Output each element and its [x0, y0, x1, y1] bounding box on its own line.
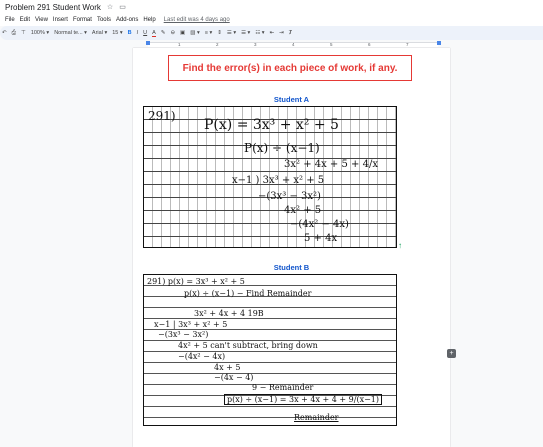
instruction-text: Find the error(s) in each piece of work,…	[182, 62, 398, 74]
handwriting-line: P(x) ÷ (x−1)	[244, 141, 320, 155]
handwriting-line: 291) p(x) = 3x³ + x² + 5	[147, 277, 245, 286]
indent-decrease-icon[interactable]: ⇤	[270, 30, 275, 36]
comment-icon[interactable]: ▣	[180, 30, 185, 36]
bullet-list-icon[interactable]: ☰ ▾	[241, 30, 250, 36]
link-icon[interactable]: ⊖	[170, 30, 175, 36]
print-icon[interactable]: ⎙	[12, 30, 16, 37]
handwriting-line: −(4x² − 4x)	[178, 352, 226, 361]
highlight-icon[interactable]: ✎	[161, 30, 166, 36]
clear-format-icon[interactable]: Ⱦ	[289, 30, 292, 36]
menu-edit[interactable]: Edit	[20, 17, 30, 23]
bold-button[interactable]: B	[128, 30, 132, 36]
indent-increase-icon[interactable]: ⇥	[279, 30, 284, 36]
font-size-value: 15	[112, 30, 119, 36]
menu-bar: File Edit View Insert Format Tools Add-o…	[0, 14, 543, 26]
menu-view[interactable]: View	[35, 17, 48, 23]
handwriting-line: p(x) ÷ (x−1) − Find Remainder	[184, 289, 312, 298]
image-icon[interactable]: ▨ ▾	[190, 30, 200, 36]
menu-insert[interactable]: Insert	[53, 17, 68, 23]
handwriting-line: x−1 ) 3x³ + x² + 5	[232, 175, 325, 186]
student-b-work-image[interactable]: 291) p(x) = 3x³ + x² + 5 p(x) ÷ (x−1) − …	[143, 274, 397, 426]
add-comment-button[interactable]: +	[447, 349, 456, 358]
handwriting-line: 5 + 4x	[304, 233, 338, 244]
toolbar: ↶ ⎙ ⊤ 100% ▾ Normal te... ▾ Arial ▾ 15 ▾…	[0, 26, 543, 40]
ruler-number: 2	[216, 42, 219, 47]
student-a-work-image[interactable]: 291) P(x) = 3x³ + x² + 5 P(x) ÷ (x−1) 3x…	[143, 106, 397, 248]
style-value: Normal te...	[54, 30, 83, 36]
document-page[interactable]: Find the error(s) in each piece of work,…	[133, 48, 450, 447]
student-a-label: Student A	[273, 95, 310, 104]
instruction-banner: Find the error(s) in each piece of work,…	[168, 55, 412, 81]
ruler-number: 3	[254, 42, 257, 47]
italic-button[interactable]: I	[137, 30, 139, 36]
handwriting-line: −(4x − 4)	[214, 373, 254, 382]
menu-tools[interactable]: Tools	[97, 17, 111, 23]
handwriting-line: p(x) ÷ (x−1) = 3x + 4x + 4 + 9/(x−1)	[224, 394, 382, 405]
ruler-number: 7	[406, 42, 409, 47]
title-bar: Problem 291 Student Work ☆ ▭	[0, 0, 543, 14]
menu-file[interactable]: File	[5, 17, 15, 23]
paint-format-icon[interactable]: ⊤	[21, 30, 26, 36]
ruler-number: 4	[292, 42, 295, 47]
undo-icon[interactable]: ↶	[2, 30, 7, 36]
menu-addons[interactable]: Add-ons	[116, 17, 138, 23]
handwriting-line: 4x + 5	[214, 363, 241, 372]
cursor-arrow-icon: ↑	[398, 241, 402, 250]
handwriting-line: 9 − Remainder	[252, 383, 314, 392]
zoom-select[interactable]: 100% ▾	[31, 30, 49, 36]
text-color-button[interactable]: A	[152, 30, 156, 37]
handwriting-line: 4x² + 5	[284, 205, 322, 216]
handwriting-line: x−1 | 3x³ + x² + 5	[154, 320, 228, 329]
underline-button[interactable]: U	[143, 30, 147, 36]
font-size-select[interactable]: 15 ▾	[112, 30, 122, 36]
right-indent-marker[interactable]	[437, 41, 441, 45]
align-icon[interactable]: ≡ ▾	[205, 30, 213, 36]
zoom-value: 100%	[30, 30, 45, 36]
ruler: 1 2 3 4 5 6 7	[0, 40, 543, 48]
handwriting-line: 291)	[148, 109, 176, 123]
document-title[interactable]: Problem 291 Student Work	[5, 3, 101, 12]
star-icon[interactable]: ☆	[107, 3, 113, 11]
handwriting-line: −(4x² − 4x)	[290, 219, 349, 230]
ruler-number: 6	[368, 42, 371, 47]
ruler-number: 5	[330, 42, 333, 47]
handwriting-line: 4x² + 5 can't subtract, bring down	[178, 341, 318, 350]
menu-format[interactable]: Format	[73, 17, 92, 23]
last-edit-link[interactable]: Last edit was 4 days ago	[164, 17, 230, 23]
handwriting-line: 3x² + 4x + 5 + 4/x	[284, 159, 378, 170]
left-indent-marker[interactable]	[146, 41, 150, 45]
handwriting-line: P(x) = 3x³ + x² + 5	[204, 117, 339, 133]
handwriting-line: −(3x³ − 3x²)	[158, 330, 209, 339]
student-b-label: Student B	[273, 263, 310, 272]
checklist-icon[interactable]: ☰ ▾	[227, 30, 236, 36]
handwriting-line: −(3x³ − 3x²)	[258, 191, 321, 202]
handwriting-line: 3x² + 4x + 4 19B	[194, 309, 264, 318]
menu-help[interactable]: Help	[143, 17, 155, 23]
font-value: Arial	[91, 30, 103, 36]
line-spacing-icon[interactable]: ⇕	[217, 30, 222, 36]
folder-icon[interactable]: ▭	[119, 3, 126, 11]
font-select[interactable]: Arial ▾	[92, 30, 107, 36]
ruler-number: 1	[178, 42, 181, 47]
handwriting-line: Remainder	[294, 413, 339, 422]
style-select[interactable]: Normal te... ▾	[54, 30, 87, 36]
numbered-list-icon[interactable]: ☷ ▾	[255, 30, 264, 36]
